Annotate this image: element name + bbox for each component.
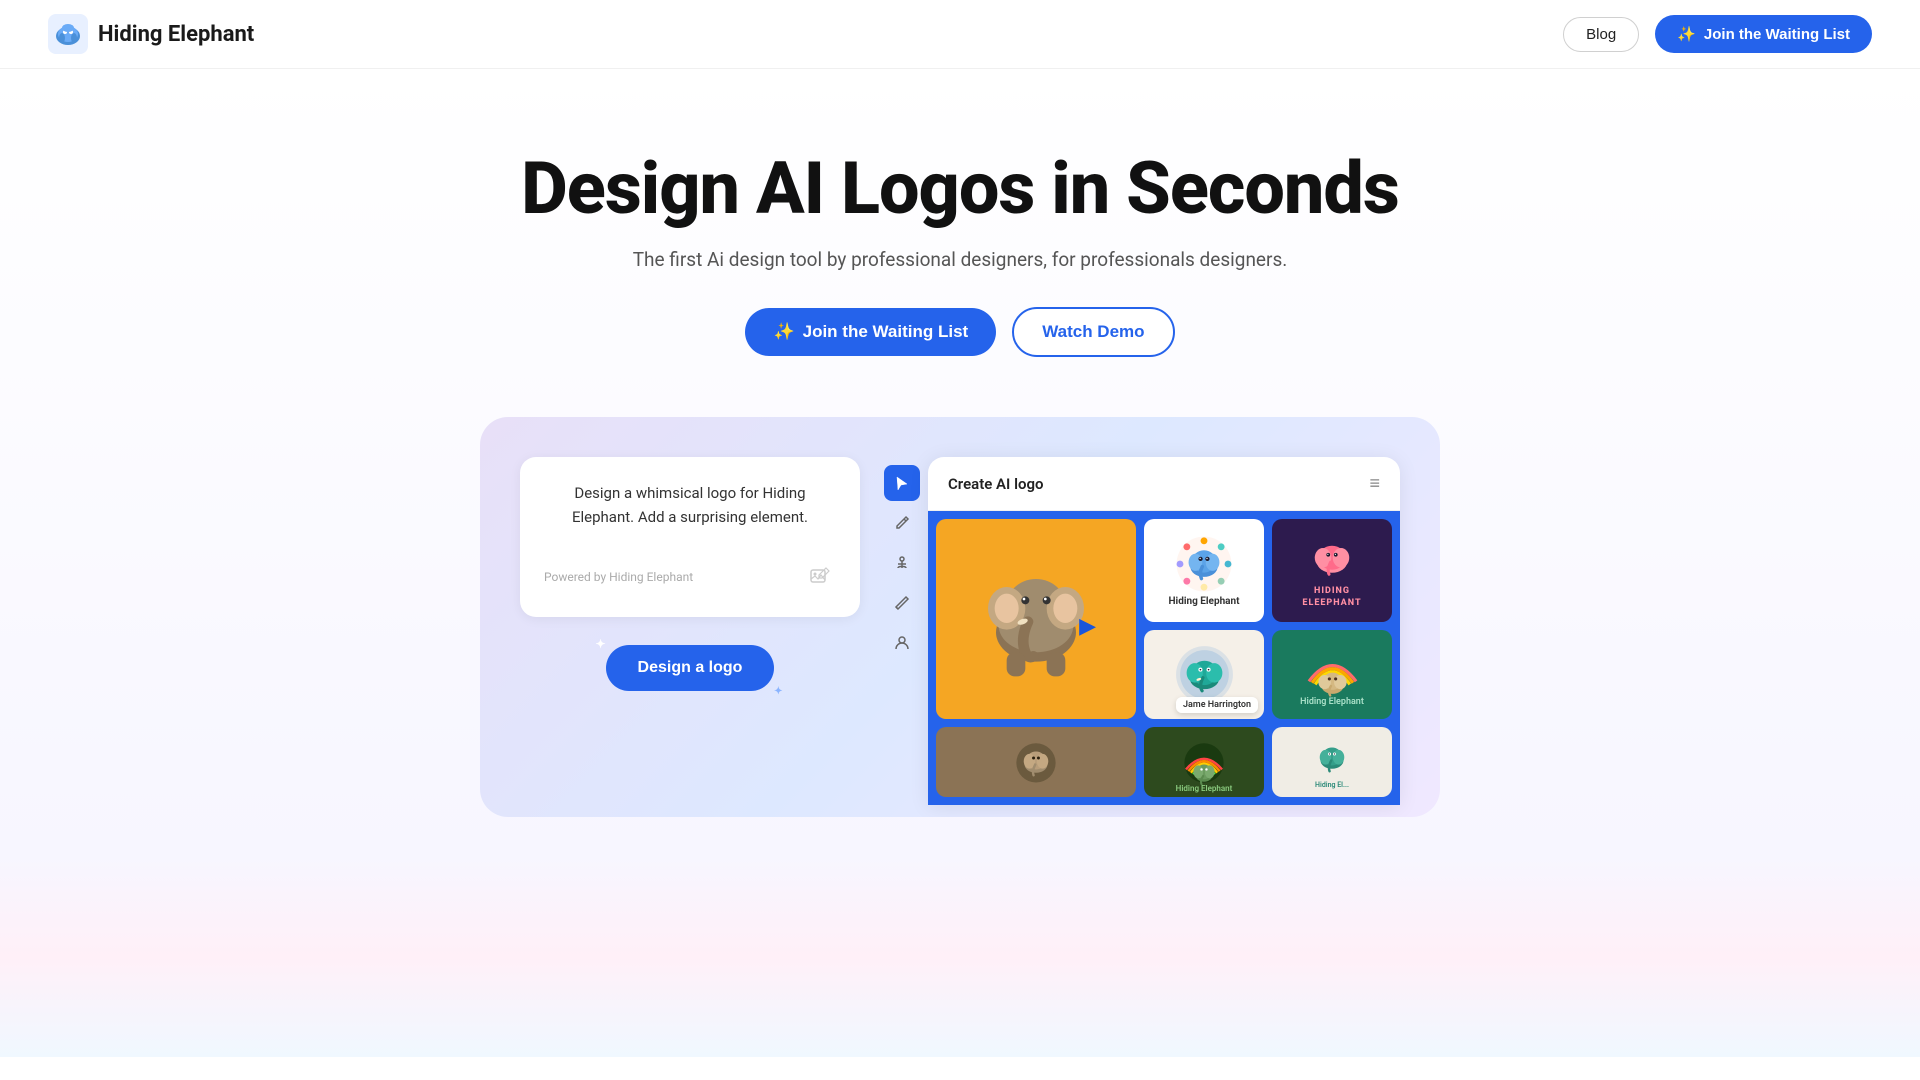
dark-logo-text: HIDINGELEEPHANT [1302, 586, 1361, 609]
user-tool[interactable] [884, 625, 920, 661]
brand-logo[interactable]: Hiding Elephant [48, 14, 254, 54]
hero-cta-buttons: ✨ Join the Waiting List Watch Demo [745, 307, 1174, 357]
cursor-overlay: ▶ [1079, 614, 1096, 639]
logo-cell-brown[interactable] [936, 727, 1136, 797]
light-elephant-logo [1307, 736, 1357, 781]
darkgreen-logo-text: Hiding Elephant [1176, 784, 1233, 793]
logo-grid-header: Create AI logo ≡ [928, 457, 1400, 511]
hero-title: Design AI Logos in Seconds [521, 149, 1399, 228]
brown-elephant-logo [1011, 740, 1061, 785]
menu-icon[interactable]: ≡ [1369, 473, 1380, 494]
app-preview: Design a whimsical logo for Hiding Eleph… [480, 417, 1440, 817]
pencil-tool[interactable] [884, 585, 920, 621]
hero-section: Design AI Logos in Seconds The first Ai … [0, 69, 1920, 857]
powered-label: Powered by Hiding Elephant [544, 570, 693, 584]
blog-button[interactable]: Blog [1563, 17, 1639, 52]
logo-cell-teal[interactable]: Hiding Elephant [1272, 630, 1392, 719]
tooltip-badge: Jame Harrington [1176, 697, 1258, 713]
teal-logo-text: Hiding Elephant [1300, 697, 1364, 707]
logo-cell-orange[interactable]: ▶ [936, 519, 1136, 719]
nav-actions: Blog ✨ Join the Waiting List [1563, 15, 1872, 53]
darkgreen-elephant-logo [1179, 740, 1229, 785]
bottom-gradient [0, 857, 1920, 1057]
teal-elephant-logo [1300, 642, 1365, 697]
toolbar [880, 457, 924, 805]
colorful-elephant-logo [1169, 534, 1239, 594]
colorful-logo-text: Hiding Elephant [1168, 596, 1239, 607]
logo-grid-title: Create AI logo [948, 475, 1044, 493]
logo-cell-light[interactable]: Hiding El... [1272, 727, 1392, 797]
brand-name: Hiding Elephant [98, 22, 254, 47]
image-edit-icon [809, 566, 831, 588]
logo-cell-colorful[interactable]: Hiding Elephant [1144, 519, 1264, 622]
brand-icon [48, 14, 88, 54]
cursor-tool[interactable] [884, 465, 920, 501]
chat-prompt-text: Design a whimsical logo for Hiding Eleph… [544, 481, 836, 529]
magic-icon: ✨ [1677, 25, 1696, 43]
navigation: Hiding Elephant Blog ✨ Join the Waiting … [0, 0, 1920, 69]
logo-grid-panel: Create AI logo ≡ [928, 457, 1400, 805]
chat-box: Design a whimsical logo for Hiding Eleph… [520, 457, 860, 617]
anchor-tool[interactable] [884, 545, 920, 581]
light-logo-text: Hiding El... [1315, 781, 1349, 789]
dark-elephant-logo [1302, 531, 1362, 586]
nav-waiting-list-button[interactable]: ✨ Join the Waiting List [1655, 15, 1872, 53]
hero-subtitle: The first Ai design tool by professional… [633, 248, 1288, 271]
pen-tool[interactable] [884, 505, 920, 541]
hero-magic-icon: ✨ [773, 322, 794, 342]
logo-cell-cream[interactable]: Jame Harrington [1144, 630, 1264, 719]
logo-grid: ▶ [928, 511, 1400, 805]
watch-demo-button[interactable]: Watch Demo [1012, 307, 1174, 357]
design-btn-wrapper: Design a logo [520, 645, 860, 691]
chat-footer: Powered by Hiding Elephant [544, 561, 836, 593]
logo-cell-dark-green[interactable]: Hiding Elephant [1144, 727, 1264, 797]
chat-action-icon[interactable] [804, 561, 836, 593]
hero-waiting-list-button[interactable]: ✨ Join the Waiting List [745, 308, 996, 356]
logo-cell-dark[interactable]: HIDINGELEEPHANT [1272, 519, 1392, 622]
design-logo-button[interactable]: Design a logo [606, 645, 775, 691]
chat-panel: Design a whimsical logo for Hiding Eleph… [520, 457, 860, 691]
right-section: Create AI logo ≡ [880, 457, 1400, 805]
